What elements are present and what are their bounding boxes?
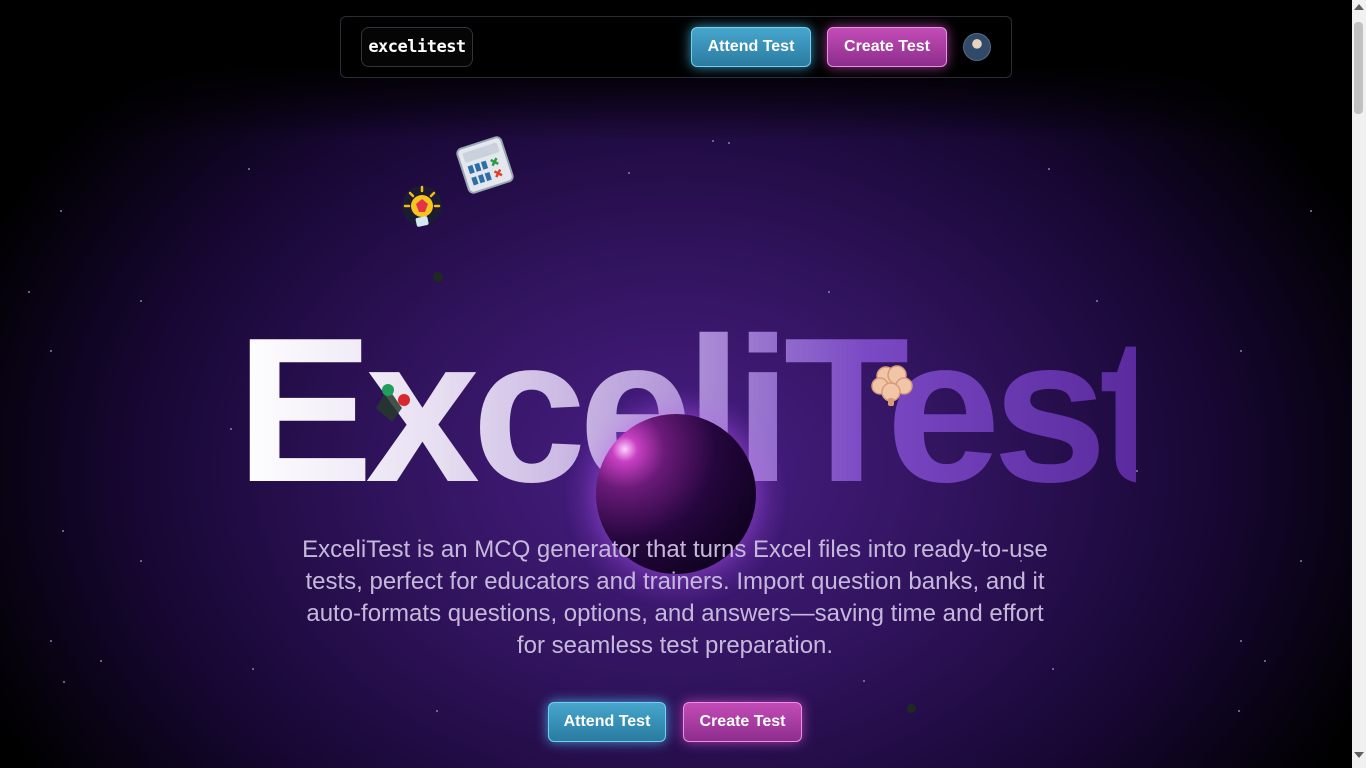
scroll-up-arrow-icon[interactable]: [1354, 4, 1364, 10]
flask-icon: [376, 384, 410, 422]
scrollbar-thumb[interactable]: [1354, 22, 1363, 114]
hero-description: ExceliTest is an MCQ generator that turn…: [302, 536, 1048, 659]
scroll-down-arrow-icon[interactable]: [1354, 752, 1364, 758]
brand-logo[interactable]: excelitest: [361, 27, 473, 67]
page-scrollbar[interactable]: [1352, 0, 1366, 768]
decor-dot: [433, 272, 443, 282]
hero-attend-test-button[interactable]: Attend Test: [548, 702, 666, 742]
user-avatar[interactable]: [963, 33, 991, 61]
hero-create-test-button[interactable]: Create Test: [683, 702, 802, 742]
calculator-icon: [456, 136, 514, 194]
decor-dot: [907, 704, 916, 713]
brain-icon: [871, 365, 913, 406]
lightbulb-icon: [402, 185, 442, 227]
top-navbar: excelitest Attend Test Create Test: [340, 16, 1012, 78]
nav-create-test-button[interactable]: Create Test: [827, 27, 947, 67]
nav-attend-test-button[interactable]: Attend Test: [691, 27, 811, 67]
